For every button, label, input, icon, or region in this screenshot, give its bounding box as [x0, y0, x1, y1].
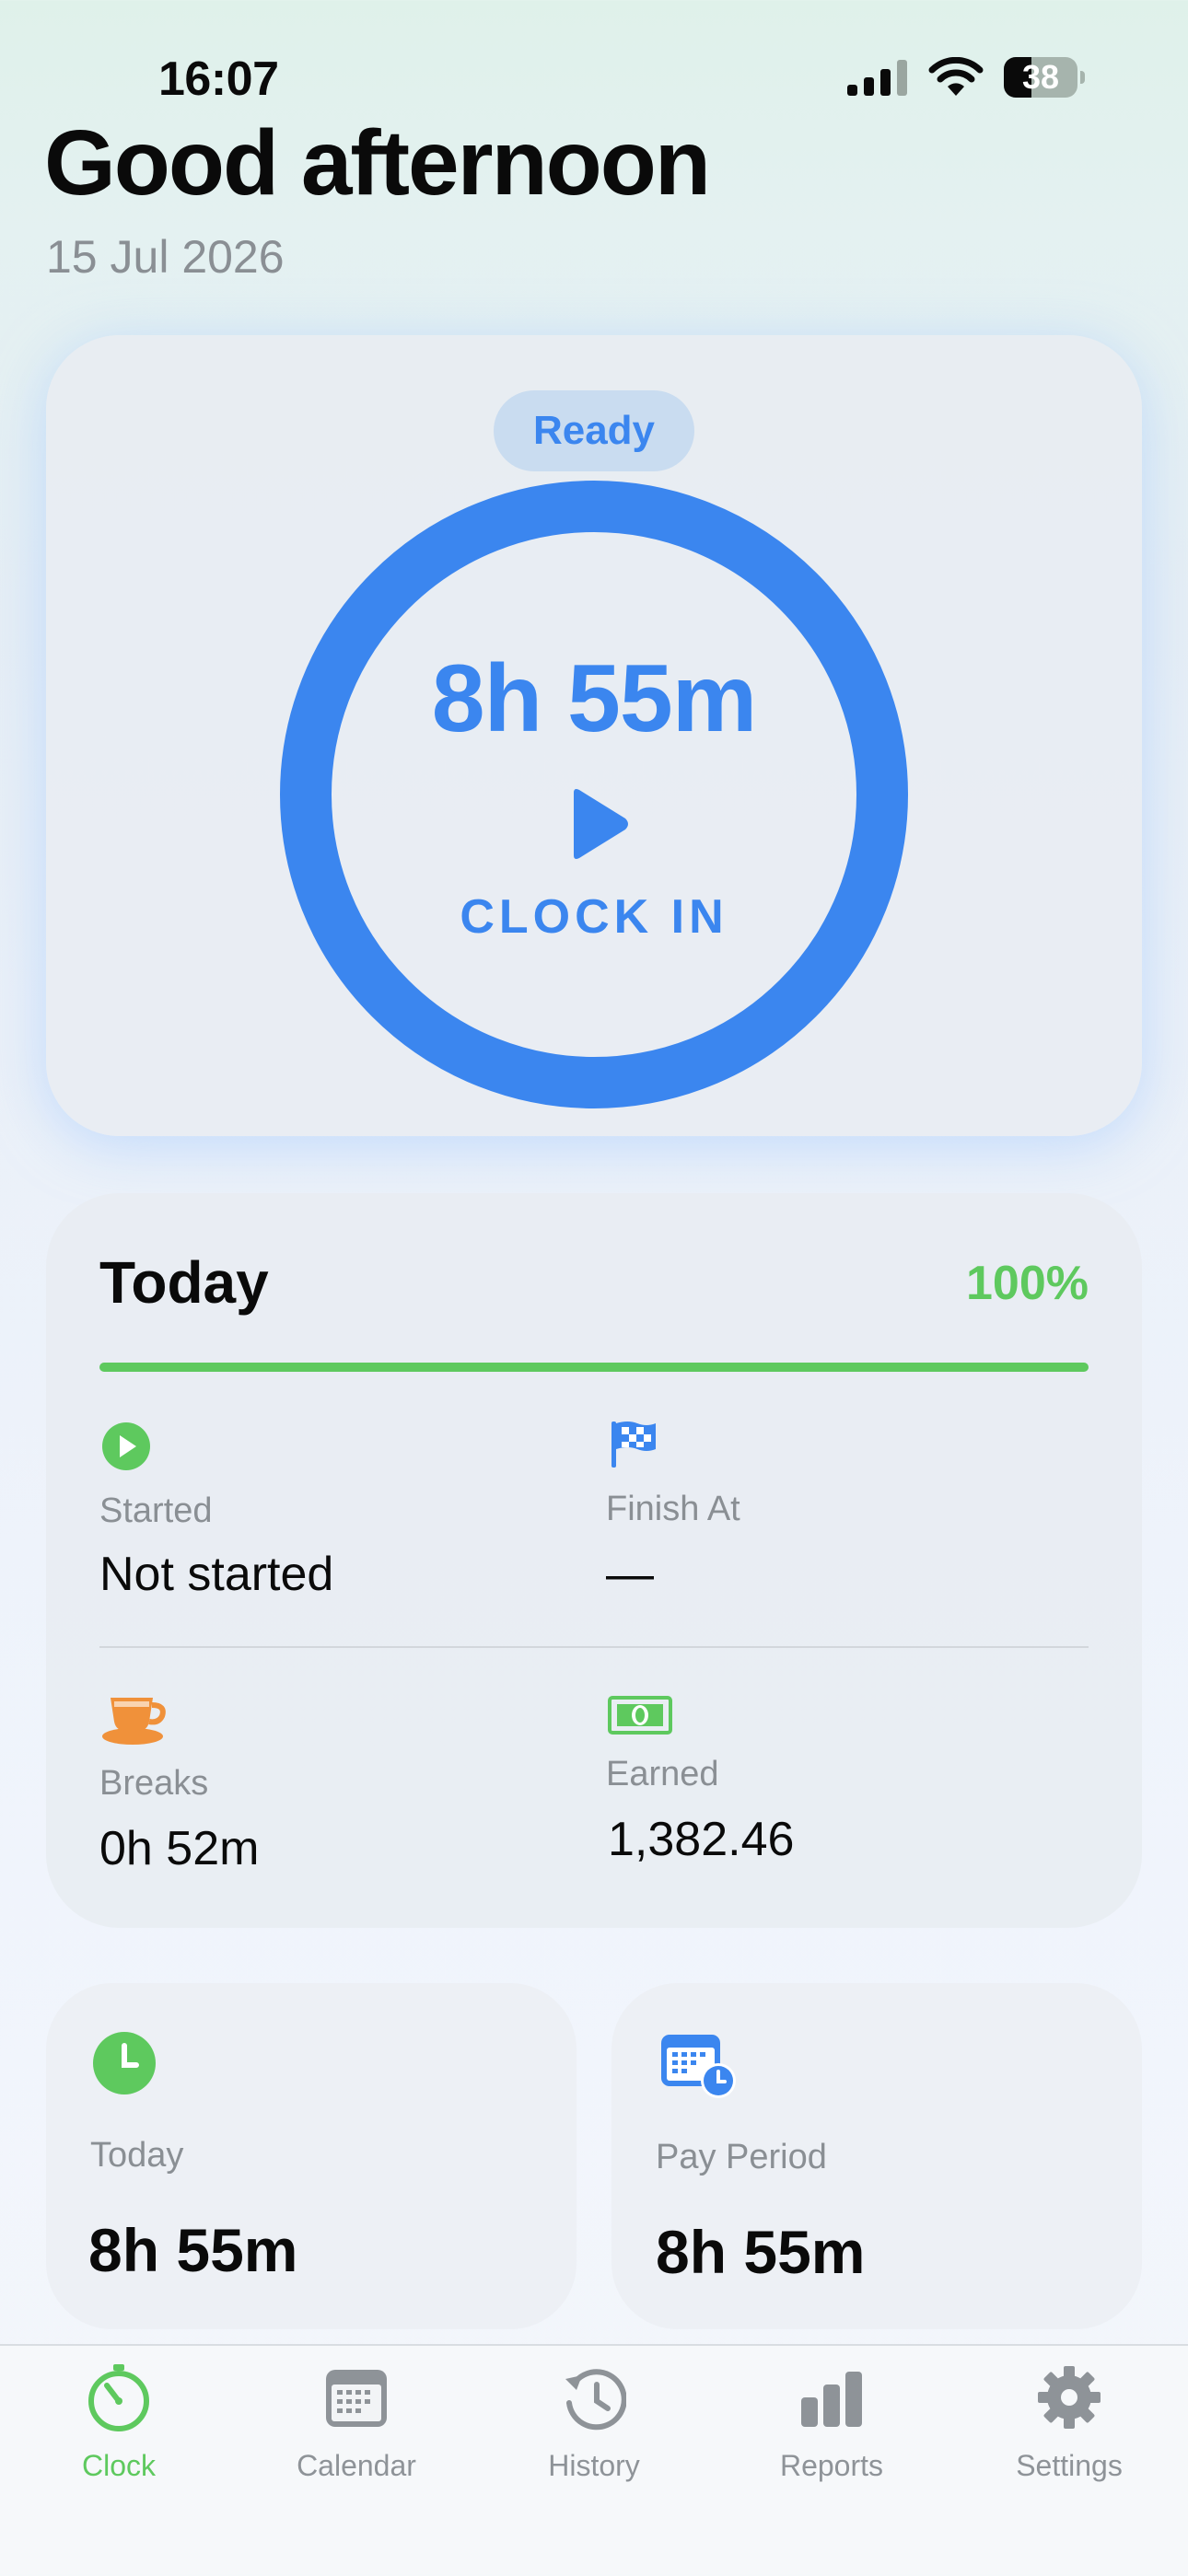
- tab-settings[interactable]: Settings: [950, 2346, 1188, 2493]
- bar-chart-icon: [801, 2372, 862, 2427]
- timer-icon: [88, 2364, 149, 2431]
- clock-in-button[interactable]: CLOCK IN: [280, 889, 908, 945]
- stat-label-started: Started: [99, 1491, 213, 1530]
- play-circle-icon: [102, 1422, 150, 1470]
- calendar-icon: [326, 2370, 387, 2427]
- stat-label-finish-at: Finish At: [606, 1490, 740, 1528]
- tab-reports[interactable]: Reports: [713, 2346, 950, 2493]
- tab-settings-label: Settings: [1016, 2449, 1123, 2482]
- pay-period-label: Pay Period: [656, 2138, 827, 2176]
- tab-history[interactable]: History: [475, 2346, 713, 2493]
- battery-icon: 38: [1004, 57, 1085, 98]
- today-hours-value: 8h 55m: [88, 2216, 298, 2284]
- today-progress-bar: [99, 1363, 1089, 1372]
- tab-clock-label: Clock: [81, 2449, 156, 2482]
- elapsed-time: 8h 55m: [431, 645, 757, 752]
- play-icon[interactable]: [566, 787, 631, 861]
- pay-period-value: 8h 55m: [656, 2218, 866, 2286]
- stats-divider: [99, 1646, 1089, 1648]
- status-badge: Ready: [494, 390, 694, 471]
- today-hours-label: Today: [90, 2136, 184, 2175]
- tab-bar: Clock Calendar History Reports Settings: [0, 2344, 1188, 2576]
- calendar-clock-icon: [661, 2035, 736, 2098]
- status-icons: 38: [847, 57, 1085, 98]
- clock-icon: [93, 2032, 156, 2094]
- stat-value-started: Not started: [99, 1548, 334, 1601]
- tab-clock[interactable]: Clock: [0, 2346, 238, 2493]
- tab-calendar[interactable]: Calendar: [238, 2346, 475, 2493]
- tab-reports-label: Reports: [779, 2449, 884, 2482]
- today-title: Today: [99, 1249, 269, 1316]
- status-bar: 16:07 38: [0, 0, 1188, 110]
- banknote-icon: [608, 1696, 672, 1735]
- cellular-signal-icon: [847, 60, 907, 96]
- current-date: 15 Jul 2026: [46, 231, 285, 283]
- coffee-cup-icon: [102, 1698, 166, 1745]
- stat-value-breaks: 0h 52m: [99, 1822, 260, 1875]
- stat-label-earned: Earned: [606, 1755, 719, 1793]
- status-time: 16:07: [158, 52, 279, 106]
- battery-percent: 38: [1021, 58, 1060, 96]
- today-progress-percent: 100%: [966, 1257, 1089, 1310]
- tab-history-label: History: [548, 2449, 640, 2482]
- stat-value-earned: 1,382.46: [608, 1813, 795, 1866]
- greeting-title: Good afternoon: [44, 111, 711, 215]
- wifi-icon: [928, 57, 984, 96]
- gear-icon: [1038, 2366, 1101, 2429]
- stat-label-breaks: Breaks: [99, 1764, 209, 1803]
- history-icon: [565, 2369, 626, 2431]
- checkered-flag-icon: [611, 1421, 656, 1468]
- stat-value-finish-at: —: [606, 1548, 654, 1601]
- tab-calendar-label: Calendar: [297, 2449, 416, 2482]
- today-progress-fill: [99, 1363, 1089, 1372]
